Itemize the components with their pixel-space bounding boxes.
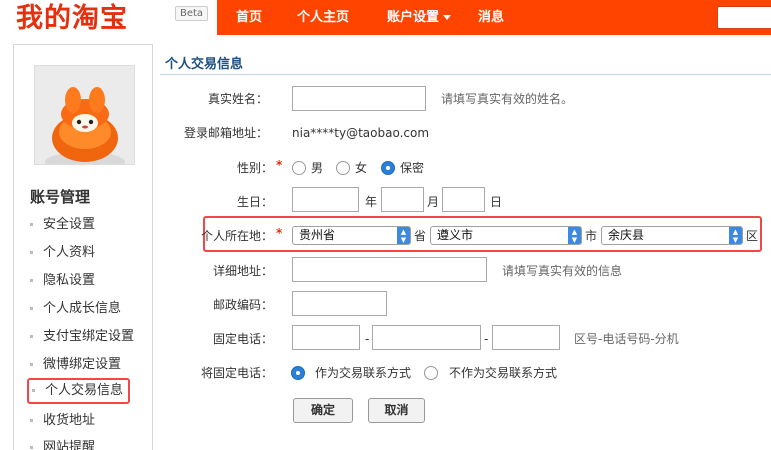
sidebar-item-privacy[interactable]: 隐私设置	[30, 271, 95, 291]
sidebar-item-label: 个人成长信息	[43, 301, 122, 316]
bullet-icon	[30, 446, 33, 449]
gender-label-text: 性别：	[236, 161, 273, 175]
phone-label: 固定电话：	[212, 332, 273, 346]
nav-account-settings[interactable]: 账户设置	[387, 0, 452, 35]
phone-use-label: 将固定电话：	[200, 366, 273, 380]
required-mark: *	[276, 158, 283, 172]
sidebar-item-label: 个人交易信息	[45, 383, 124, 398]
gender-option-female: 女	[355, 161, 368, 175]
postcode-label: 邮政编码：	[212, 298, 273, 312]
avatar[interactable]	[34, 65, 135, 165]
email-value: nia****ty@taobao.com	[292, 126, 430, 140]
sidebar-item-security[interactable]: 安全设置	[30, 215, 95, 235]
birthday-label: 生日：	[236, 195, 273, 209]
sidebar-item-label: 个人资料	[43, 245, 96, 260]
bullet-icon	[32, 389, 35, 392]
sidebar-item-shipping-address[interactable]: 收货地址	[30, 411, 95, 431]
gender-radio-female[interactable]	[336, 161, 350, 175]
confirm-button[interactable]: 确定	[293, 398, 353, 423]
province-value: 贵州省	[299, 228, 336, 242]
phone-use-option-yes: 作为交易联系方式	[315, 366, 412, 380]
sidebar-item-label: 微博绑定设置	[43, 357, 122, 372]
postcode-input[interactable]	[292, 291, 387, 316]
nav-profile-page[interactable]: 个人主页	[297, 0, 349, 35]
phone-separator: -	[484, 332, 489, 346]
select-arrows-icon: ▲ ▼	[397, 227, 410, 244]
sidebar-item-label: 隐私设置	[43, 273, 96, 288]
phone-use-radio-yes[interactable]	[291, 366, 305, 380]
bullet-icon	[30, 307, 33, 310]
sidebar-item-label: 安全设置	[43, 217, 96, 232]
bullet-icon	[30, 363, 33, 366]
city-unit: 市	[585, 229, 598, 243]
sidebar: 账号管理 安全设置 个人资料 隐私设置 个人成长信息 支付宝绑定设置 微博绑定设…	[13, 44, 153, 450]
phone-use-option-no: 不作为交易联系方式	[449, 366, 558, 380]
phone-area-input[interactable]	[292, 325, 360, 350]
year-unit: 年	[365, 195, 378, 209]
bullet-icon	[30, 251, 33, 254]
province-unit: 省	[414, 229, 427, 243]
address-hint: 请填写真实有效的信息	[502, 264, 623, 278]
real-name-hint: 请填写真实有效的姓名。	[441, 92, 574, 106]
gender-option-secret: 保密	[400, 161, 425, 175]
gender-label: 性别：	[153, 159, 273, 177]
select-arrows-icon: ▲ ▼	[729, 227, 742, 244]
month-unit: 月	[427, 195, 440, 209]
sidebar-item-growth[interactable]: 个人成长信息	[30, 299, 121, 319]
sidebar-item-label: 收货地址	[43, 413, 96, 428]
phone-ext-input[interactable]	[492, 325, 560, 350]
beta-badge: Beta	[175, 6, 209, 21]
birth-day-input[interactable]	[442, 187, 485, 212]
nav-account-settings-label: 账户设置	[387, 10, 440, 25]
sidebar-item-site-reminders[interactable]: 网站提醒	[30, 438, 95, 450]
email-label: 登录邮箱地址：	[183, 126, 268, 140]
sidebar-item-trade-info[interactable]: 个人交易信息	[27, 378, 131, 404]
real-name-input[interactable]	[292, 86, 426, 111]
address-input[interactable]	[292, 257, 487, 282]
province-select[interactable]: 贵州省 ▲ ▼	[292, 226, 411, 245]
sidebar-item-label: 支付宝绑定设置	[43, 329, 135, 344]
sidebar-item-alipay-binding[interactable]: 支付宝绑定设置	[30, 327, 134, 347]
gender-option-male: 男	[311, 161, 324, 175]
address-label: 详细地址：	[212, 264, 273, 278]
bullet-icon	[30, 223, 33, 226]
real-name-label: 真实姓名：	[207, 92, 268, 106]
district-unit: 区	[746, 229, 759, 243]
bullet-icon	[30, 335, 33, 338]
day-unit: 日	[490, 195, 503, 209]
chevron-down-icon	[443, 15, 452, 20]
phone-separator: -	[365, 332, 370, 346]
top-nav-bar: 首页 个人主页 账户设置 消息	[217, 0, 771, 35]
avatar-image	[35, 66, 134, 164]
gender-radio-male[interactable]	[292, 161, 306, 175]
birth-year-input[interactable]	[292, 187, 359, 212]
title-divider	[160, 74, 771, 75]
bullet-icon	[30, 419, 33, 422]
location-label: 个人所在地：	[200, 229, 273, 243]
nav-home[interactable]: 首页	[236, 0, 262, 35]
search-input[interactable]	[717, 6, 771, 29]
district-select[interactable]: 余庆县 ▲ ▼	[601, 226, 743, 245]
city-select[interactable]: 遵义市 ▲ ▼	[430, 226, 582, 245]
phone-use-radio-no[interactable]	[424, 366, 438, 380]
sidebar-item-profile[interactable]: 个人资料	[30, 243, 95, 263]
phone-hint: 区号-电话号码-分机	[574, 332, 679, 346]
cancel-button[interactable]: 取消	[368, 398, 425, 423]
sidebar-item-weibo-binding[interactable]: 微博绑定设置	[30, 355, 121, 375]
nav-messages[interactable]: 消息	[478, 0, 504, 35]
taobao-logo[interactable]: 我的淘宝	[16, 2, 128, 36]
bullet-icon	[30, 279, 33, 282]
page-title: 个人交易信息	[165, 57, 244, 72]
city-value: 遵义市	[437, 228, 474, 242]
sidebar-title: 账号管理	[30, 188, 91, 206]
gender-radio-secret[interactable]	[381, 161, 395, 175]
birth-month-input[interactable]	[381, 187, 424, 212]
required-mark: *	[276, 226, 283, 240]
phone-number-input[interactable]	[372, 325, 481, 350]
select-arrows-icon: ▲ ▼	[568, 227, 581, 244]
district-value: 余庆县	[608, 228, 645, 242]
sidebar-item-label: 网站提醒	[43, 440, 96, 450]
